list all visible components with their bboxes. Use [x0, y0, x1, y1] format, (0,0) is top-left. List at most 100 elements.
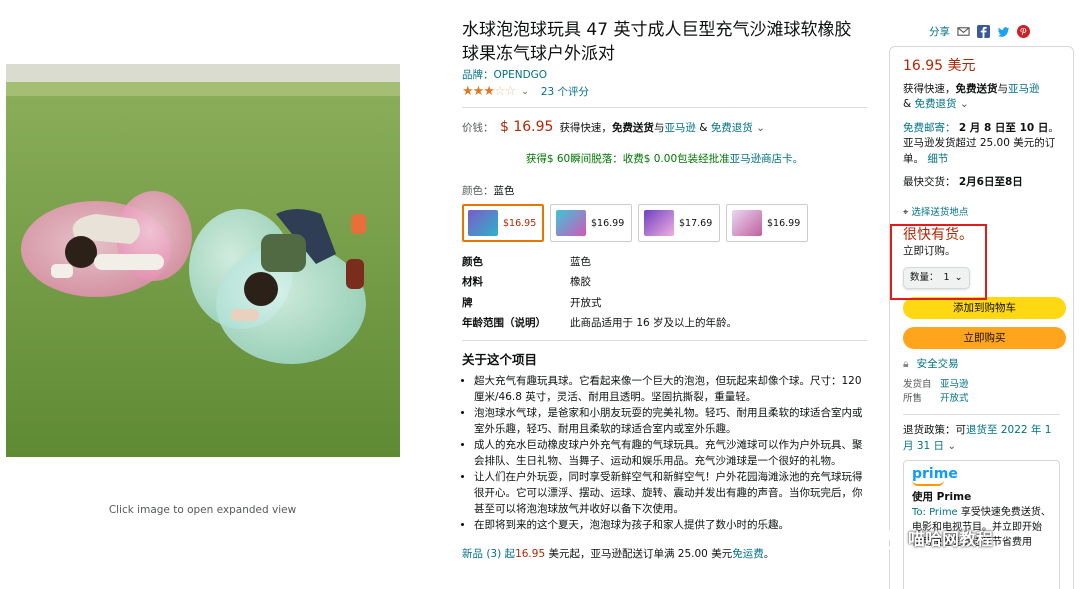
amazon-link[interactable]: 亚马逊	[664, 122, 696, 134]
ship-with: 与	[997, 82, 1009, 95]
location-pin-icon: ⌖	[903, 206, 909, 218]
attribute-value: 开放式	[570, 296, 602, 309]
secure-link[interactable]: 安全交易	[917, 357, 959, 373]
swatch-thumbnail	[732, 210, 762, 236]
attribute-key: 牌	[462, 296, 473, 309]
price-label: 价钱：	[462, 122, 494, 134]
color-swatch[interactable]: $16.99	[726, 204, 808, 242]
color-label-text: 颜色：	[462, 185, 494, 197]
divider	[903, 414, 1060, 415]
attribute-key: 年龄范围（说明）	[462, 317, 546, 330]
chevron-down-icon[interactable]: ⌄	[521, 87, 529, 97]
attributes-table: 颜色 蓝色 材料 橡胶 牌 开放式 年龄范围（说明） 此商品适用于 16 岁及以上的年龄…	[462, 251, 867, 341]
new-offers: 新品 (3) 起16.95 美元起，亚马逊配送订单满 25.00 美元免运费。	[462, 546, 867, 561]
swatch-price: $16.99	[591, 217, 625, 229]
bullet-item: 超大充气有趣玩具球。它看起来像一个巨大的泡泡，但玩起来却像个球。尺寸：120 厘…	[474, 373, 867, 405]
lock-icon: 🔒︎	[903, 357, 909, 370]
shipping-text: 获得快速，免费送货与亚马逊 & 免费退货 ⌄	[559, 120, 765, 135]
buy-now-button[interactable]: 立即购买	[903, 326, 1066, 349]
free-shipping: 免费送货	[611, 122, 654, 134]
free-returns-link[interactable]: 免费退货	[915, 98, 957, 110]
image-caption[interactable]: Click image to open expanded view	[0, 504, 405, 516]
free-shipping: 免费送货	[955, 82, 998, 95]
pinterest-icon[interactable]	[1017, 25, 1030, 38]
new-offers-link[interactable]: 新品 (3) 起	[462, 548, 515, 560]
rating-row: ★★★☆☆ ⌄ 23 个评分	[462, 84, 867, 99]
divider	[462, 107, 867, 108]
twitter-icon[interactable]	[997, 25, 1010, 38]
ship-prefix: 获得快速，	[903, 82, 956, 95]
sold-by-label: 所售	[903, 393, 923, 404]
promo-link[interactable]: 亚马逊商店卡。	[730, 153, 804, 165]
stock-highlight-box	[890, 224, 987, 300]
facebook-icon[interactable]	[977, 25, 990, 38]
watermark-text: 喵哈网教程	[908, 529, 993, 550]
color-swatch[interactable]: $17.69	[638, 204, 720, 242]
attribute-value: 蓝色	[570, 255, 591, 268]
amp: &	[903, 98, 915, 110]
bullet-item: 让人们在户外玩耍，同时享受新鲜空气和新鲜空气！户外花园海滩泳池的充气球玩得很开心…	[474, 469, 867, 517]
return-prefix: 退货政策：可	[903, 424, 966, 436]
amazon-link[interactable]: 亚马逊	[1008, 83, 1040, 95]
watermark: 喵哈网教程	[862, 522, 993, 552]
free-ship-dates: 2 月 8 日至 10 日	[958, 121, 1049, 134]
bullet-item: 成人的充水巨动橡皮球户外充气有趣的气球玩具。充气沙滩球可以作为户外玩具、聚会排队…	[474, 437, 867, 469]
new-offers-end: 。	[763, 548, 775, 560]
star-rating-icon[interactable]: ★★★☆☆	[462, 84, 516, 99]
new-offers-price: 16.95	[515, 548, 546, 560]
free-ship-label[interactable]: 免费邮寄：	[903, 122, 956, 134]
attribute-value: 此商品适用于 16 岁及以上的年龄。	[570, 317, 738, 330]
attribute-key: 材料	[462, 276, 483, 289]
shipping-with: 与	[653, 122, 665, 134]
color-swatches: $16.95 $16.99 $17.69 $16.99	[462, 204, 867, 242]
secure-transaction[interactable]: 🔒︎ 安全交易	[903, 357, 1060, 373]
swatch-thumbnail	[556, 210, 586, 236]
attribute-row: 牌 开放式	[462, 292, 867, 313]
fastest-delivery: 最快交货： 2月6日至8日	[903, 175, 1060, 191]
prime-logo: prime	[912, 466, 958, 482]
fastest-dates: 2月6日至8日	[958, 176, 1023, 188]
divider	[462, 340, 867, 341]
attribute-key: 颜色	[462, 255, 483, 268]
location-link[interactable]: 选择送货地点	[911, 207, 968, 218]
swatch-price: $17.69	[679, 217, 713, 229]
color-swatch[interactable]: $16.95	[462, 204, 544, 242]
free-delivery: 免费邮寄： 2 月 8 日至 10 日。亚马逊发货超过 25.00 美元的订单。…	[903, 121, 1060, 168]
chevron-down-icon[interactable]: ⌄	[947, 440, 956, 452]
wechat-icon	[863, 524, 900, 549]
product-main-image[interactable]	[6, 64, 400, 457]
buybox-price: 16.95 美元	[903, 58, 976, 74]
location-row[interactable]: ⌖ 选择送货地点	[903, 205, 1060, 221]
chevron-down-icon[interactable]: ⌄	[960, 98, 969, 110]
seller-info: 发货自 亚马逊 所售 开放式	[903, 378, 1060, 406]
price-value: $ 16.95	[500, 119, 554, 135]
price-row: 价钱： $ 16.95 获得快速，免费送货与亚马逊 & 免费退货 ⌄	[462, 119, 867, 135]
brand-link[interactable]: 品牌：OPENDGO	[462, 67, 867, 82]
share-row: 分享	[929, 24, 1030, 39]
prime-link[interactable]: To: Prime	[912, 507, 958, 518]
promo-text: 获得$ 60瞬间脱落：收费$ 0.00包装经批准	[525, 153, 730, 165]
bullet-item: 泡泡球水气球，是爸家和小朋友玩耍的完美礼物。轻巧、耐用且柔软的球适合室内或室外乐…	[474, 405, 867, 437]
share-link[interactable]: 分享	[929, 24, 950, 39]
color-label: 颜色：蓝色	[462, 183, 867, 198]
chevron-down-icon[interactable]: ⌄	[756, 122, 765, 134]
about-bullets: 超大充气有趣玩具球。它看起来像一个巨大的泡泡，但玩起来却像个球。尺寸：120 厘…	[462, 373, 867, 533]
details-link[interactable]: 细节	[927, 153, 948, 165]
ships-from-value: 亚马逊	[940, 379, 969, 390]
free-returns-link[interactable]: 免费退货	[711, 122, 753, 134]
free-shipping-link[interactable]: 免运费	[732, 548, 764, 560]
attribute-value: 橡胶	[570, 276, 591, 289]
new-offers-text: 美元起，亚马逊配送订单满 25.00 美元	[545, 548, 733, 560]
reviews-link[interactable]: 23 个评分	[541, 84, 589, 99]
email-icon[interactable]	[957, 25, 970, 38]
swatch-thumbnail	[644, 210, 674, 236]
attribute-row: 材料 橡胶	[462, 272, 867, 293]
color-swatch[interactable]: $16.99	[550, 204, 632, 242]
return-policy: 退货政策：可退货至 2022 年 1 月 31 日 ⌄	[903, 423, 1060, 454]
attribute-row: 年龄范围（说明） 此商品适用于 16 岁及以上的年龄。	[462, 313, 867, 334]
about-title: 关于这个项目	[462, 352, 538, 367]
amp: &	[695, 122, 711, 134]
sold-by-value[interactable]: 开放式	[940, 392, 1060, 406]
promo-banner: 获得$ 60瞬间脱落：收费$ 0.00包装经批准亚马逊商店卡。	[462, 151, 867, 166]
buybox-shipping: 获得快速，免费送货与亚马逊 & 免费退货 ⌄	[903, 82, 1060, 113]
